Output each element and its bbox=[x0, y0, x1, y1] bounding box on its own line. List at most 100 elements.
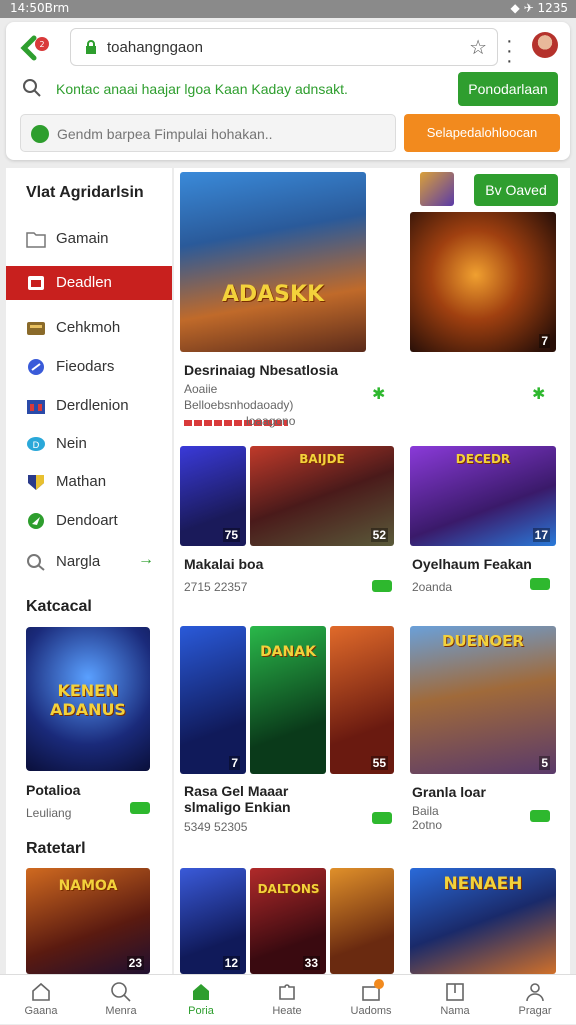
lock-icon bbox=[86, 40, 96, 54]
nav-label: Uadoms bbox=[350, 1005, 392, 1017]
card-subtitle: Leuliang bbox=[26, 806, 72, 820]
game-title[interactable]: Rasa Gel Maaar bbox=[184, 783, 288, 799]
shield-icon bbox=[28, 475, 44, 490]
more-menu-icon[interactable]: · · · bbox=[506, 31, 513, 71]
game-subtitle: Belloebsnhodaoady) bbox=[184, 398, 294, 412]
address-bar[interactable]: toahangngaon ☆ bbox=[70, 28, 498, 66]
game-thumbnail[interactable]: DANAK bbox=[250, 626, 326, 774]
search-button[interactable]: Selapedalohloocan bbox=[404, 114, 560, 152]
nav-nama[interactable]: Nama bbox=[414, 975, 496, 1025]
game-thumbnail[interactable]: 7 bbox=[410, 212, 556, 352]
thumbnail-count: 7 bbox=[229, 756, 240, 770]
search-box[interactable] bbox=[20, 114, 396, 152]
house-active-icon bbox=[193, 984, 209, 1000]
thumbnail-art-text: ADASKK bbox=[221, 282, 325, 307]
nav-search[interactable]: Menra bbox=[80, 975, 162, 1025]
game-thumbnail[interactable]: DALTONS 33 bbox=[250, 868, 326, 974]
browser-header: 2 toahangngaon ☆ · · · Kontac anaai haajar… bbox=[6, 22, 570, 160]
nav-label: Poria bbox=[188, 1005, 214, 1017]
game-title[interactable]: Desrinaiag Nbesatlosia bbox=[184, 362, 338, 378]
status-badge bbox=[530, 810, 550, 822]
search-icon bbox=[111, 982, 131, 1002]
sidebar-section-heading: Katcacal bbox=[26, 598, 92, 615]
nav-label: Nama bbox=[440, 1005, 470, 1017]
game-thumbnail[interactable]: 55 bbox=[330, 626, 394, 774]
nav-heate[interactable]: Heate bbox=[246, 975, 328, 1025]
game-title[interactable]: Makalai boa bbox=[184, 556, 263, 572]
status-badge bbox=[130, 802, 150, 814]
save-button[interactable]: Bv Oaved bbox=[474, 174, 558, 206]
game-subtitle: 2otno bbox=[412, 818, 443, 832]
google-icon bbox=[31, 125, 49, 143]
sidebar-item-label: Deadlen bbox=[56, 274, 112, 291]
sidebar-item-nein[interactable]: D Nein bbox=[6, 427, 172, 461]
sidebar-item-fieodars[interactable]: Fieodars bbox=[6, 350, 172, 384]
sidebar-item-label: Derdlenion bbox=[56, 397, 129, 414]
notice-button[interactable]: Ponodarlaan bbox=[458, 72, 558, 106]
game-thumbnail[interactable]: KENEN ADANUS bbox=[26, 627, 150, 771]
thumbnail-count: 52 bbox=[370, 528, 388, 542]
thumbnail-count: 12 bbox=[222, 956, 240, 970]
status-icons: ◆ ✈ 1235 bbox=[510, 1, 568, 15]
search-input[interactable] bbox=[57, 124, 387, 144]
game-thumbnail[interactable]: 75 bbox=[180, 446, 246, 546]
search-icon bbox=[23, 79, 41, 97]
status-badge bbox=[530, 578, 550, 590]
status-badge bbox=[372, 580, 392, 592]
nav-label: Heate bbox=[272, 1005, 302, 1017]
game-subtitle: 5349 52305 bbox=[184, 820, 248, 834]
status-badge bbox=[372, 812, 392, 824]
gear-icon[interactable]: ✱ bbox=[532, 384, 545, 404]
svg-text:D: D bbox=[33, 441, 40, 451]
nav-uadoms[interactable]: Uadoms bbox=[330, 975, 412, 1025]
game-thumbnail[interactable]: 7 bbox=[180, 626, 246, 774]
app-logo-icon[interactable]: 2 bbox=[20, 34, 52, 62]
status-time: 14:50Brm bbox=[10, 1, 70, 15]
thumbnail-art-text: BAIJDE bbox=[299, 452, 345, 466]
nav-label: Menra bbox=[105, 1005, 137, 1017]
thumbnail-art-text: DUENOER bbox=[442, 632, 524, 650]
sidebar-item-deadlen[interactable]: Deadlen bbox=[6, 266, 172, 300]
game-thumbnail[interactable]: BAIJDE 52 bbox=[250, 446, 394, 546]
thumbnail-count: 23 bbox=[126, 956, 144, 970]
home-icon bbox=[32, 982, 50, 1001]
sidebar-item-cehkmoh[interactable]: Cehkmoh bbox=[6, 311, 172, 345]
thumbnail-count: 75 bbox=[222, 528, 240, 542]
sidebar-item-gamain[interactable]: Gamain bbox=[6, 222, 172, 256]
sidebar-item-dendoart[interactable]: Dendoart bbox=[6, 504, 172, 538]
thumbnail-art-text: NAMOA bbox=[58, 878, 118, 894]
game-thumbnail[interactable] bbox=[330, 868, 394, 974]
bookmark-star-icon[interactable]: ☆ bbox=[469, 35, 487, 60]
thumbnail-count: 7 bbox=[539, 334, 550, 348]
thumbnail-art-text: DECEDR bbox=[455, 452, 511, 466]
game-thumbnail[interactable]: NAMOA 23 bbox=[26, 868, 150, 974]
profile-icon bbox=[526, 983, 544, 1002]
nav-profile[interactable]: Pragar bbox=[494, 975, 576, 1025]
game-title[interactable]: slmaligo Enkian bbox=[184, 799, 291, 815]
game-title[interactable]: Granla loar bbox=[412, 784, 486, 800]
nav-home[interactable]: Gaana bbox=[0, 975, 82, 1025]
url-text: toahangngaon bbox=[107, 39, 203, 56]
game-thumbnail[interactable]: 12 bbox=[180, 868, 246, 974]
sidebar-item-label: Dendoart bbox=[56, 512, 118, 529]
gear-icon[interactable]: ✱ bbox=[372, 384, 385, 404]
sidebar-item-label: Cehkmoh bbox=[56, 319, 121, 336]
mini-thumbnail[interactable] bbox=[420, 172, 454, 206]
sidebar-item-mathan[interactable]: Mathan bbox=[6, 465, 172, 499]
game-thumbnail[interactable]: DUENOER 5 bbox=[410, 626, 556, 774]
avatar[interactable] bbox=[532, 32, 558, 58]
bottom-navigation: Gaana Menra Poria Heate Uadoms Nama Prag… bbox=[0, 974, 576, 1024]
game-thumbnail[interactable]: NENAEH bbox=[410, 868, 556, 974]
featured-thumbnail[interactable]: ADASKK bbox=[180, 172, 366, 352]
thumbnail-count: 5 bbox=[539, 756, 550, 770]
puzzle-icon bbox=[279, 984, 295, 1000]
game-thumbnail[interactable]: DECEDR 17 bbox=[410, 446, 556, 546]
sidebar-item-nargla[interactable]: Nargla → bbox=[6, 545, 172, 579]
sidebar-item-derdlenion[interactable]: Derdlenion bbox=[6, 389, 172, 423]
nav-active[interactable]: Poria bbox=[160, 975, 242, 1025]
game-subtitle: Aoaiie bbox=[184, 382, 218, 396]
send-icon bbox=[28, 513, 44, 529]
game-title[interactable]: Oyelhaum Feakan bbox=[412, 556, 532, 572]
thumbnail-art-text: KENEN ADANUS bbox=[50, 681, 126, 719]
grid-icon bbox=[27, 400, 45, 414]
